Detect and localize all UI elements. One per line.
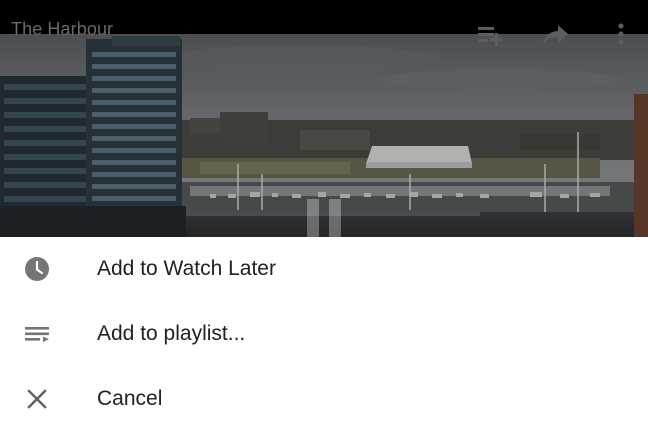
menu-item-label: Add to Watch Later [97, 257, 276, 280]
video-player[interactable]: The Harbour [0, 0, 648, 237]
menu-item-add-to-playlist[interactable]: Add to playlist... [0, 302, 648, 366]
menu-item-label: Add to playlist... [97, 322, 246, 345]
video-title: The Harbour [11, 19, 114, 39]
menu-item-watch-later[interactable]: Add to Watch Later [0, 237, 648, 301]
menu-item-label: Cancel [97, 387, 163, 410]
more-vert-icon[interactable] [612, 22, 630, 48]
add-to-playlist-icon[interactable] [476, 22, 506, 48]
playlist-icon [25, 327, 49, 342]
pause-icon[interactable] [305, 199, 345, 237]
clock-icon [25, 257, 49, 281]
share-icon[interactable] [540, 22, 570, 48]
menu-item-cancel[interactable]: Cancel [0, 367, 648, 431]
bottom-sheet-menu: Add to Watch Later Add to playlist... Ca… [0, 237, 648, 432]
close-icon [27, 389, 47, 409]
